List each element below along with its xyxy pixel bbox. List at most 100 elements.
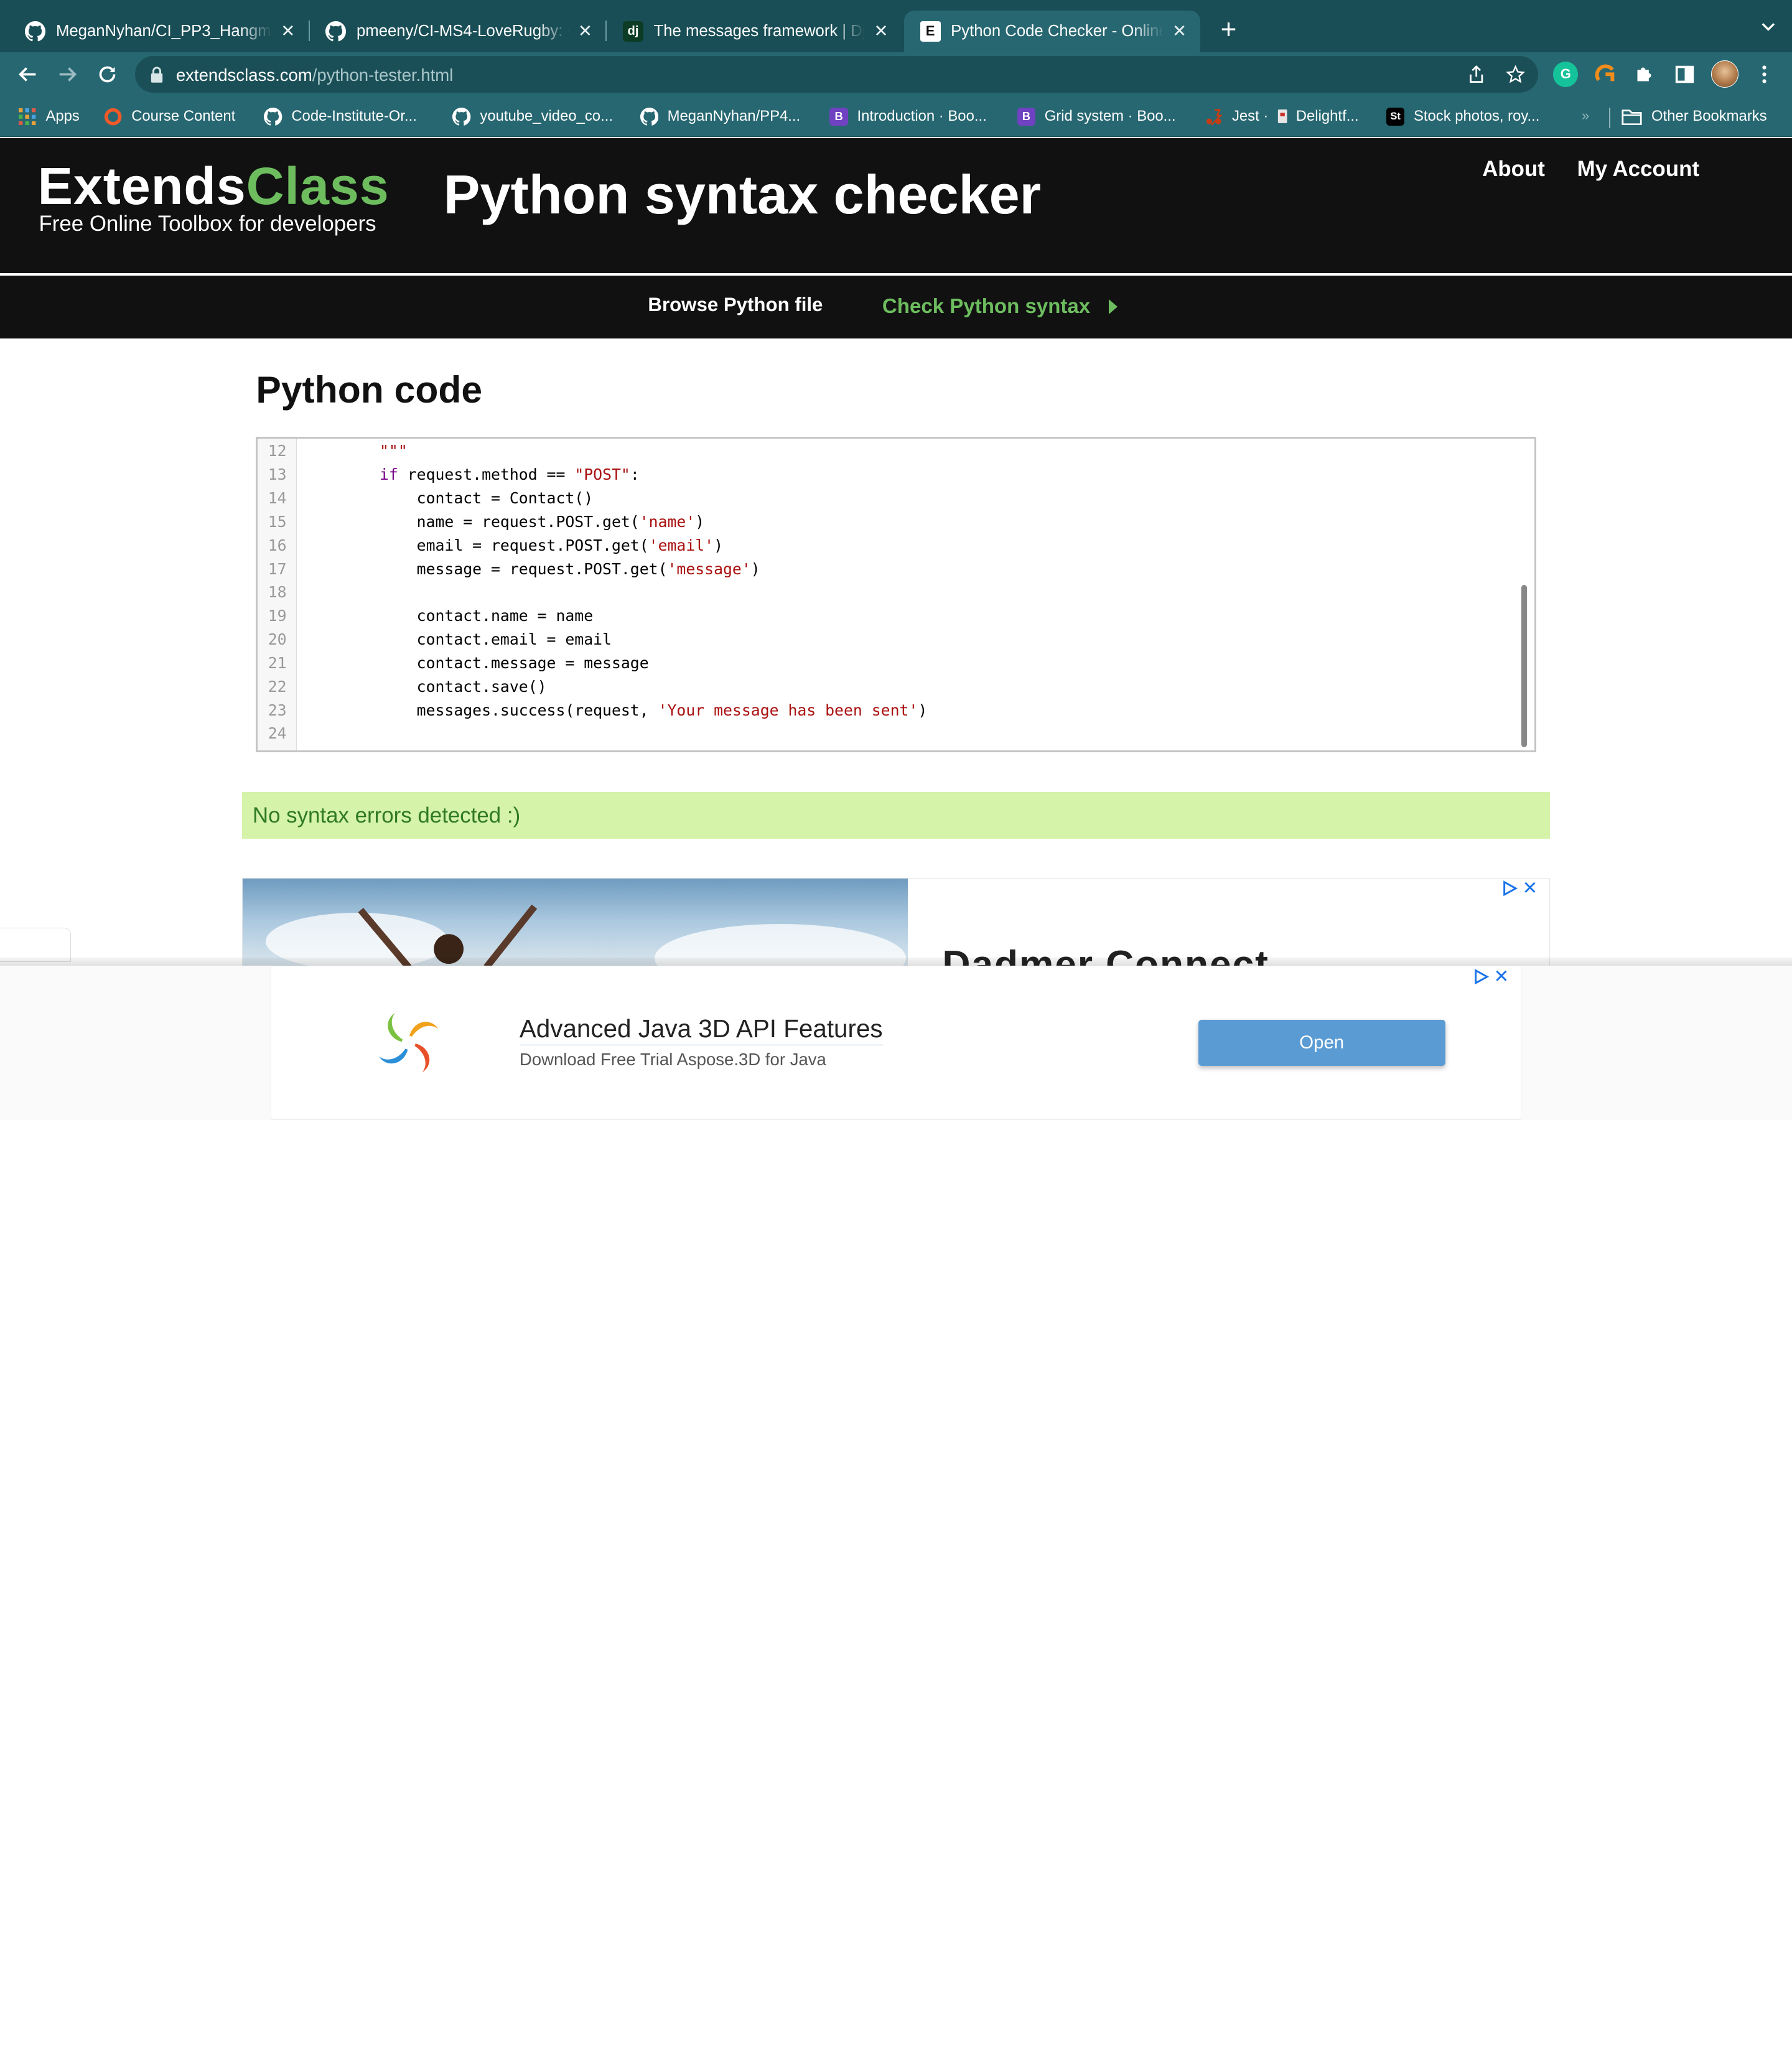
code-text[interactable] <box>297 581 342 604</box>
close-tab-icon[interactable]: ✕ <box>1170 21 1188 41</box>
url-text[interactable]: extendsclass.com/python-tester.html <box>176 65 454 85</box>
address-bar[interactable]: extendsclass.com/python-tester.html <box>134 55 1539 93</box>
bookmark-stock-photos[interactable]: St Stock photos, roy... <box>1386 106 1540 127</box>
close-ad-icon[interactable]: ✕ <box>1523 879 1538 897</box>
tab-title: MeganNyhan/CI_PP3_Hangman <box>55 22 273 40</box>
code-token: contact = Contact() <box>416 489 594 508</box>
bookmark-youtube-video[interactable]: youtube_video_co... <box>452 106 613 127</box>
apps-grid-icon <box>18 108 36 126</box>
bookmark-apps[interactable]: Apps <box>18 106 80 127</box>
code-text[interactable] <box>297 722 342 745</box>
line-number: 21 <box>268 653 287 672</box>
grammarly-icon[interactable]: G <box>1553 62 1579 87</box>
adchoices-icon[interactable] <box>1502 880 1518 897</box>
code-text[interactable]: email = request.POST.get('email') <box>297 534 723 557</box>
code-line[interactable]: 17 message = request.POST.get('message') <box>258 557 1514 581</box>
code-line[interactable]: 23 messages.success(request, 'Your messa… <box>258 699 1514 722</box>
code-line[interactable]: 15 name = request.POST.get('name') <box>258 510 1514 534</box>
code-line[interactable]: 13 if request.method == "POST": <box>258 463 1514 487</box>
bookmarks-divider <box>1609 107 1610 128</box>
bookmark-jest[interactable]: Jest · <box>1205 106 1268 127</box>
bookmark-delightful[interactable]: Delightf... <box>1276 106 1359 127</box>
bookmark-star-icon[interactable] <box>1504 63 1527 86</box>
bookmark-course-content[interactable]: Course Content <box>104 106 235 127</box>
code-text[interactable]: contact.message = message <box>297 651 649 675</box>
bookmark-label: Jest · <box>1231 108 1269 125</box>
code-line[interactable]: 24 <box>258 722 1514 745</box>
reload-icon[interactable] <box>94 60 121 88</box>
anchor-ad-box[interactable]: Advanced Java 3D API Features Download F… <box>271 966 1521 1120</box>
nav-about-link[interactable]: About <box>1482 157 1545 182</box>
code-line[interactable]: 20 contact.email = email <box>258 628 1514 651</box>
bookmark-bootstrap-grid[interactable]: B Grid system · Boo... <box>1017 106 1176 127</box>
aspose-logo-icon <box>378 1013 439 1073</box>
delightful-icon <box>1276 108 1289 126</box>
code-text[interactable]: contact.save() <box>297 675 547 699</box>
browse-python-file-button[interactable]: Browse Python file <box>648 294 823 316</box>
new-tab-icon[interactable]: + <box>1216 15 1241 47</box>
chevron-down-icon[interactable] <box>1760 18 1776 34</box>
ad-open-button[interactable]: Open <box>1198 1020 1445 1066</box>
nav-my-account-link[interactable]: My Account <box>1577 157 1699 182</box>
code-line[interactable]: 19 contact.name = name <box>258 604 1514 628</box>
bootstrap-icon: B <box>829 107 848 126</box>
code-text[interactable]: contact.email = email <box>297 628 612 651</box>
code-text[interactable]: messages.success(request, 'Your message … <box>297 699 928 722</box>
side-panel-icon[interactable] <box>1672 62 1697 86</box>
code-token: ) <box>750 559 760 578</box>
code-token: ) <box>695 512 705 531</box>
bookmarks-overflow-icon[interactable]: » <box>1582 108 1589 124</box>
forward-arrow-icon[interactable] <box>54 60 81 88</box>
code-line[interactable]: 14 contact = Contact() <box>258 487 1514 510</box>
code-text[interactable]: name = request.POST.get('name') <box>297 510 705 534</box>
close-tab-icon[interactable]: ✕ <box>872 21 890 41</box>
bookmark-other-bookmarks[interactable]: Other Bookmarks <box>1622 106 1767 127</box>
code-line[interactable]: 12 """ <box>258 439 1514 463</box>
bookmark-pp4[interactable]: MeganNyhan/PP4... <box>640 106 800 127</box>
code-line[interactable]: 18 <box>258 581 1514 604</box>
editor-scrollbar[interactable] <box>1521 584 1528 747</box>
honey-icon[interactable] <box>1593 62 1618 86</box>
bookmark-bootstrap-intro[interactable]: B Introduction · Boo... <box>829 106 987 127</box>
syntax-result-banner: No syntax errors detected :) <box>242 791 1550 839</box>
close-tab-icon[interactable]: ✕ <box>576 21 594 41</box>
code-line[interactable]: 16 email = request.POST.get('email') <box>258 534 1514 557</box>
banner-ad[interactable]: Dadmer Connect ✕ <box>242 877 1550 969</box>
lock-icon[interactable] <box>150 67 164 83</box>
site-logo[interactable]: ExtendsClass <box>38 157 390 217</box>
stock-icon: St <box>1386 107 1405 126</box>
code-text[interactable]: """ <box>297 439 408 463</box>
code-text[interactable]: contact.name = name <box>297 604 593 628</box>
close-ad-icon[interactable]: ✕ <box>1494 967 1510 985</box>
browser-window: MeganNyhan/CI_PP3_Hangman ✕ pmeeny/CI-MS… <box>0 0 1792 1120</box>
code-text[interactable]: message = request.POST.get('message') <box>297 557 760 581</box>
share-icon[interactable] <box>1465 63 1488 86</box>
code-lines[interactable]: 12 """ 13 if request.method == "POST": 14 … <box>258 439 1514 745</box>
code-text[interactable]: contact = Contact() <box>297 487 593 510</box>
tab-loverugby[interactable]: pmeeny/CI-MS4-LoveRugby: C ✕ <box>310 11 606 53</box>
bookmark-label: Stock photos, roy... <box>1413 108 1540 125</box>
profile-avatar[interactable] <box>1710 60 1738 88</box>
tab-hangman[interactable]: MeganNyhan/CI_PP3_Hangman ✕ <box>9 11 309 53</box>
close-tab-icon[interactable]: ✕ <box>279 21 297 41</box>
code-text[interactable]: if request.method == "POST": <box>297 463 640 487</box>
ad-headline-link[interactable]: Advanced Java 3D API Features <box>519 1014 883 1045</box>
tab-python-checker[interactable]: E Python Code Checker - Online ✕ <box>903 10 1200 53</box>
anchor-ad-choices[interactable]: ✕ <box>1473 967 1510 986</box>
code-line[interactable]: 22 contact.save() <box>258 675 1514 699</box>
github-icon <box>264 107 282 126</box>
adchoices-icon[interactable] <box>1473 968 1490 985</box>
check-python-syntax-button[interactable]: Check Python syntax <box>882 295 1118 319</box>
back-arrow-icon[interactable] <box>14 60 41 88</box>
ad-choices[interactable]: ✕ <box>1502 879 1538 897</box>
bookmark-code-institute[interactable]: Code-Institute-Or... <box>264 106 417 127</box>
extensions-puzzle-icon[interactable] <box>1632 62 1657 86</box>
code-editor[interactable]: 12 """ 13 if request.method == "POST": 14 … <box>256 436 1536 752</box>
tab-django-messages[interactable]: dj The messages framework | Django ✕ <box>607 11 902 53</box>
browser-menu-icon[interactable] <box>1752 62 1777 86</box>
code-line[interactable]: 21 contact.message = message <box>258 651 1514 675</box>
check-label: Check Python syntax <box>882 294 1091 318</box>
